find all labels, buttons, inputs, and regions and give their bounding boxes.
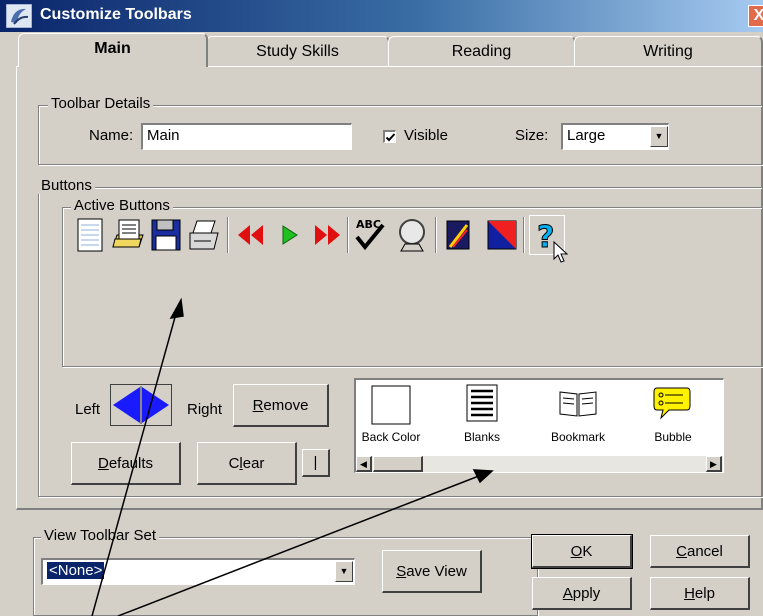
svg-text:?: ? xyxy=(537,220,554,255)
palette-item-label: Bubble xyxy=(654,430,692,444)
scroll-right-arrow-icon[interactable]: ▶ xyxy=(706,456,722,472)
checkmark-icon xyxy=(385,133,396,142)
view-toolbar-set-legend: View Toolbar Set xyxy=(41,527,160,544)
ok-button[interactable]: OK xyxy=(531,534,633,569)
window-title: Customize Toolbars xyxy=(40,6,192,23)
save-disk-icon[interactable] xyxy=(149,217,183,253)
view-set-dropdown-arrow-icon[interactable]: ▼ xyxy=(335,561,353,582)
tab-main[interactable]: Main xyxy=(18,33,208,67)
tab-reading[interactable]: Reading xyxy=(388,36,576,66)
close-button[interactable]: X xyxy=(748,5,763,27)
palette-item-bubble[interactable]: Bubble xyxy=(631,380,721,456)
separator-button[interactable]: | xyxy=(302,449,330,477)
defaults-button[interactable]: Defaults xyxy=(71,442,181,485)
fast-forward-icon[interactable] xyxy=(311,217,345,253)
active-buttons-toolbar: ABC ? xyxy=(73,215,673,263)
page-icon[interactable] xyxy=(73,217,107,253)
tab-writing[interactable]: Writing xyxy=(574,36,763,66)
left-right-arrows[interactable] xyxy=(110,384,172,426)
name-label: Name: xyxy=(89,127,134,144)
active-buttons-legend: Active Buttons xyxy=(71,197,173,214)
play-icon[interactable] xyxy=(273,217,307,253)
palette-item-back-color[interactable]: Back Color xyxy=(356,380,446,456)
scroll-left-arrow-icon[interactable]: ◀ xyxy=(356,456,372,472)
toolbar-separator xyxy=(227,217,229,253)
toolbar-separator xyxy=(523,217,525,253)
cancel-button[interactable]: Cancel xyxy=(650,535,750,568)
bubble-icon xyxy=(653,387,691,420)
size-value: Large xyxy=(567,127,606,144)
palette-item-blanks[interactable]: Blanks xyxy=(446,380,536,456)
palette-scrollbar[interactable]: ◀ ▶ xyxy=(356,456,723,472)
apply-button[interactable]: Apply xyxy=(532,577,632,610)
visible-checkbox[interactable] xyxy=(383,130,396,143)
buttons-legend: Buttons xyxy=(38,177,95,194)
size-dropdown-arrow-icon[interactable]: ▼ xyxy=(650,126,668,147)
tab-study-skills[interactable]: Study Skills xyxy=(206,36,390,66)
toolbar-separator xyxy=(435,217,437,253)
right-label: Right xyxy=(187,401,223,418)
scroll-thumb[interactable] xyxy=(373,456,423,472)
customize-toolbars-dialog: Customize Toolbars X Main Study Skills R… xyxy=(0,0,763,616)
blanks-icon xyxy=(466,384,498,422)
open-document-icon[interactable] xyxy=(111,217,145,253)
size-label: Size: xyxy=(515,127,549,144)
palette-item-bookmark[interactable]: Bookmark xyxy=(536,380,631,456)
left-label: Left xyxy=(75,401,101,418)
palette-item-label: Back Color xyxy=(361,430,421,444)
mouse-cursor-icon xyxy=(553,241,569,263)
view-set-value: <None> xyxy=(45,561,106,580)
spellcheck-icon[interactable]: ABC xyxy=(353,215,387,251)
palette-item-label: Bookmark xyxy=(550,430,606,444)
rewind-icon[interactable] xyxy=(233,217,267,253)
save-view-button[interactable]: Save View xyxy=(382,550,482,593)
toolbar-details-legend: Toolbar Details xyxy=(48,95,154,112)
bookmark-icon xyxy=(559,391,597,417)
name-input[interactable]: Main xyxy=(141,123,352,150)
print-icon[interactable] xyxy=(187,217,221,253)
clear-button[interactable]: Clear xyxy=(197,442,297,485)
toolbar-separator xyxy=(347,217,349,253)
app-logo-icon xyxy=(5,3,33,29)
color-square-icon[interactable] xyxy=(485,217,519,253)
remove-button[interactable]: Remove xyxy=(233,384,329,427)
help-button[interactable]: Help xyxy=(650,577,750,610)
visible-label: Visible xyxy=(404,127,448,144)
view-toolbar-set-select[interactable]: <None> xyxy=(41,558,355,585)
magnifier-icon[interactable] xyxy=(395,217,429,253)
palette-item-label: Blanks xyxy=(463,430,501,444)
color-book-icon[interactable] xyxy=(441,217,475,253)
available-buttons-list[interactable]: Back Color Blanks Bookmark Bubble ◀ ▶ xyxy=(354,378,724,473)
back-color-icon xyxy=(371,385,411,425)
